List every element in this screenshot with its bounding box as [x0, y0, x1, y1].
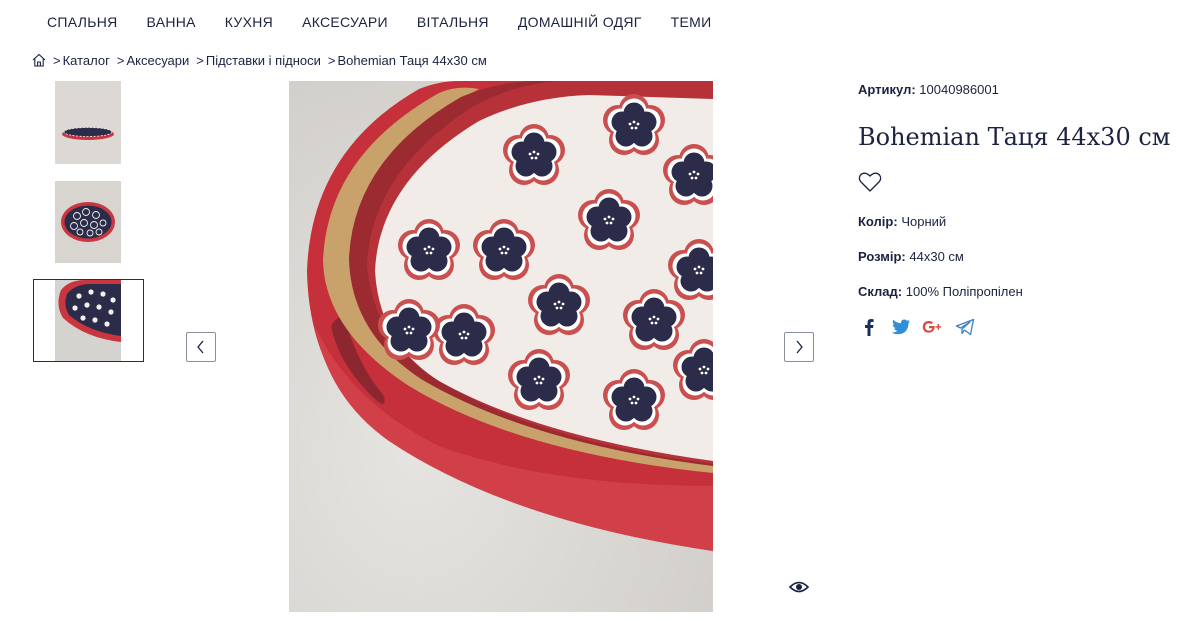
attribute-value: Чорний: [901, 214, 947, 229]
breadcrumb-separator: >: [53, 52, 61, 68]
attribute-label: Розмір:: [858, 249, 906, 264]
nav-item-bedroom[interactable]: СПАЛЬНЯ: [47, 14, 118, 30]
chevron-left-icon: [197, 340, 204, 354]
tray-main-photo: [289, 81, 713, 612]
nav-item-bath[interactable]: ВАННА: [147, 14, 196, 30]
chevron-right-icon: [796, 340, 803, 354]
attribute-color: Колір: Чорний: [858, 212, 1188, 232]
attribute-value: 100% Поліпропілен: [905, 284, 1023, 299]
facebook-icon[interactable]: [858, 317, 880, 337]
thumbnail-3[interactable]: [55, 280, 121, 361]
product-info-panel: Артикул: 10040986001 Bohemian Таця 44х30…: [858, 80, 1188, 337]
google-plus-icon[interactable]: [922, 317, 944, 337]
breadcrumb-separator: >: [327, 52, 336, 68]
product-title: Bohemian Таця 44х30 см: [858, 123, 1171, 151]
main-navigation: СПАЛЬНЯ ВАННА КУХНЯ АКСЕСУАРИ ВІТАЛЬНЯ Д…: [0, 0, 1200, 44]
tray-top-photo: [55, 181, 121, 263]
main-product-image[interactable]: [289, 81, 713, 612]
thumbnail-1[interactable]: [55, 81, 121, 164]
attribute-composition: Склад: 100% Поліпропілен: [858, 282, 1188, 302]
attribute-label: Склад:: [858, 284, 903, 299]
product-sku: Артикул: 10040986001: [858, 80, 1188, 100]
eye-icon[interactable]: [788, 578, 810, 596]
breadcrumb-separator: >: [116, 52, 125, 68]
nav-item-accessories[interactable]: АКСЕСУАРИ: [302, 14, 388, 30]
breadcrumb-item-catalog[interactable]: Каталог: [63, 53, 110, 68]
attribute-value: 44х30 см: [909, 249, 964, 264]
breadcrumb: > Каталог > Аксесуари > Підставки і підн…: [31, 50, 491, 70]
breadcrumb-separator: >: [196, 52, 204, 68]
sku-value: 10040986001: [919, 82, 999, 97]
tray-side-photo: [55, 81, 121, 164]
telegram-icon[interactable]: [954, 317, 976, 337]
nav-item-homewear[interactable]: ДОМАШНІЙ ОДЯГ: [518, 14, 642, 30]
attribute-label: Колір:: [858, 214, 898, 229]
tray-closeup-photo: [55, 280, 121, 361]
home-icon[interactable]: [31, 52, 47, 68]
nav-item-themes[interactable]: ТЕМИ: [671, 14, 712, 30]
thumbnail-2[interactable]: [55, 181, 121, 263]
next-image-button[interactable]: [784, 332, 814, 362]
breadcrumb-item-trays[interactable]: Підставки і підноси: [206, 53, 321, 68]
nav-item-living-room[interactable]: ВІТАЛЬНЯ: [417, 14, 489, 30]
twitter-icon[interactable]: [890, 317, 912, 337]
nav-item-kitchen[interactable]: КУХНЯ: [225, 14, 273, 30]
attribute-size: Розмір: 44х30 см: [858, 247, 1188, 267]
social-share-row: [858, 317, 1188, 337]
previous-image-button[interactable]: [186, 332, 216, 362]
breadcrumb-item-current: Bohemian Таця 44х30 см: [337, 52, 487, 68]
sku-label: Артикул:: [858, 82, 916, 97]
heart-icon[interactable]: [858, 171, 882, 193]
breadcrumb-item-accessories[interactable]: Аксесуари: [126, 53, 189, 68]
